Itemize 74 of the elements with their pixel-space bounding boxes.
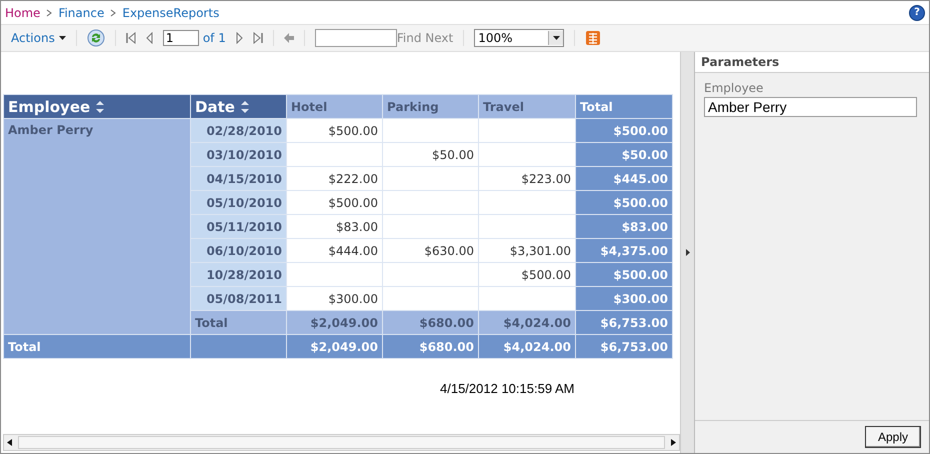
total-cell: $445.00	[576, 166, 672, 190]
export-icon[interactable]	[585, 30, 602, 46]
column-header[interactable]: Employee	[4, 94, 190, 118]
table-cell: $630.00	[382, 238, 478, 262]
refresh-icon[interactable]	[86, 29, 105, 47]
breadcrumb-link[interactable]: Finance	[58, 6, 104, 20]
grand-total-cell: $2,049.00	[286, 334, 382, 358]
grand-total-label: Total	[4, 334, 190, 358]
date-cell: 05/08/2011	[190, 286, 286, 310]
chevron-icon	[46, 8, 52, 16]
caret-icon	[552, 36, 560, 40]
subtotal-cell: $680.00	[382, 310, 478, 334]
find-field[interactable]	[314, 29, 397, 47]
table-cell: $50.00	[382, 142, 478, 166]
subtotal-cell: $2,049.00	[286, 310, 382, 334]
timestamp: 4/15/2012 10:15:59 AM	[440, 381, 576, 396]
next-page-icon[interactable]	[236, 32, 243, 44]
apply-button[interactable]: Apply	[864, 426, 921, 448]
column-header: Total	[576, 94, 672, 118]
page-count: of 1	[202, 31, 226, 45]
grand-total-cell: $6,753.00	[576, 334, 672, 358]
expand-arrow-icon[interactable]	[686, 249, 690, 256]
subtotal-label: Total	[190, 310, 286, 334]
date-cell: 05/10/2010	[190, 190, 286, 214]
previous-page-icon[interactable]	[146, 32, 153, 44]
date-cell: 10/28/2010	[190, 262, 286, 286]
employee-cell: Amber Perry	[4, 118, 190, 334]
zoom-dropdown[interactable]: 100%	[474, 29, 564, 47]
table-cell: $500.00	[286, 118, 382, 142]
employee-field[interactable]: Amber Perry	[704, 97, 917, 117]
subtotal-cell: $4,024.00	[478, 310, 576, 334]
table-cell: $3,301.00	[478, 238, 576, 262]
column-header: Parking	[382, 94, 478, 118]
date-cell: 03/10/2010	[190, 142, 286, 166]
column-header[interactable]: Date	[190, 94, 286, 118]
grand-total-cell: $680.00	[382, 334, 478, 358]
panel-title: Parameters	[695, 52, 929, 73]
total-cell: $500.00	[576, 262, 672, 286]
sort-icon[interactable]	[96, 100, 104, 112]
first-page-icon[interactable]	[126, 32, 136, 44]
date-cell: 02/28/2010	[190, 118, 286, 142]
page-field[interactable]: 1	[162, 30, 199, 46]
date-cell: 06/10/2010	[190, 238, 286, 262]
date-cell: 05/11/2010	[190, 214, 286, 238]
total-cell: $300.00	[576, 286, 672, 310]
table-cell: $83.00	[286, 214, 382, 238]
last-page-icon[interactable]	[252, 32, 263, 44]
total-cell: $83.00	[576, 214, 672, 238]
breadcrumb-link[interactable]: ExpenseReports	[122, 6, 220, 20]
breadcrumb-link[interactable]: Home	[5, 6, 40, 20]
total-cell: $500.00	[576, 190, 672, 214]
table-cell: $300.00	[286, 286, 382, 310]
table-cell: $222.00	[286, 166, 382, 190]
table-cell: $500.00	[286, 190, 382, 214]
help-icon[interactable]: ?	[909, 4, 925, 20]
find-next-link[interactable]: Find Next	[396, 31, 454, 45]
horizontal-scrollbar[interactable]	[3, 434, 680, 451]
total-cell: $500.00	[576, 118, 672, 142]
grand-total-cell: $4,024.00	[478, 334, 576, 358]
field-label: Employee	[704, 81, 764, 95]
actions-menu[interactable]: Actions	[11, 31, 66, 45]
table-cell: $223.00	[478, 166, 576, 190]
caret-icon	[58, 36, 66, 40]
subtotal-cell: $6,753.00	[576, 310, 672, 334]
table-cell: $500.00	[478, 262, 576, 286]
column-header: Hotel	[286, 94, 382, 118]
sort-icon[interactable]	[240, 100, 249, 112]
back-arrow-icon[interactable]	[284, 33, 294, 43]
chevron-icon	[110, 8, 116, 16]
total-cell: $4,375.00	[576, 238, 672, 262]
date-cell: 04/15/2010	[190, 166, 286, 190]
total-cell: $50.00	[576, 142, 672, 166]
column-header: Travel	[478, 94, 576, 118]
table-cell: $444.00	[286, 238, 382, 262]
